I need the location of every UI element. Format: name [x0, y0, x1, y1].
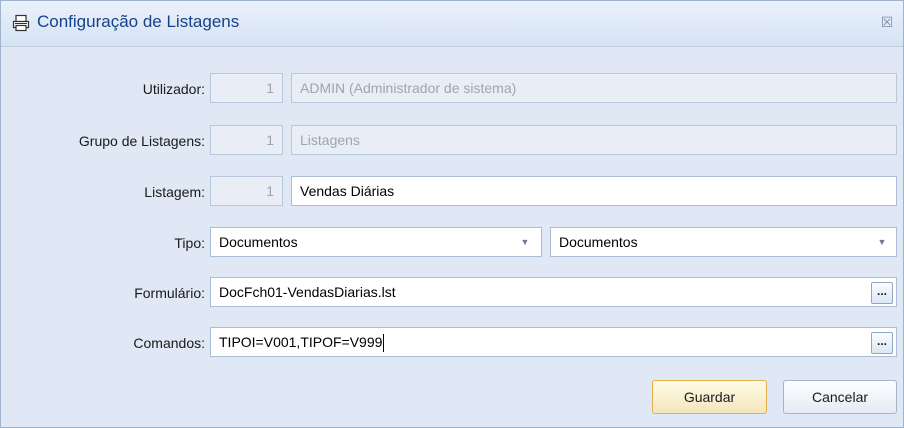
tipo-select-2[interactable]: Documentos ▼: [550, 227, 897, 257]
tipo-select-1[interactable]: Documentos ▼: [210, 227, 542, 257]
dialog-window: Configuração de Listagens ☒ Utilizador: …: [0, 0, 904, 428]
tipo-select-2-value: Documentos: [559, 234, 638, 250]
grupo-code-field[interactable]: 1: [210, 125, 283, 155]
utilizador-label: Utilizador:: [142, 81, 205, 97]
cancel-button[interactable]: Cancelar: [783, 380, 897, 414]
listagem-label: Listagem:: [144, 184, 205, 200]
formulario-value: DocFch01-VendasDiarias.lst: [219, 284, 396, 300]
formulario-field[interactable]: DocFch01-VendasDiarias.lst: [210, 277, 897, 307]
tipo-select-1-value: Documentos: [219, 234, 298, 250]
window-title: Configuração de Listagens: [37, 12, 240, 31]
text-cursor: [383, 334, 385, 353]
comandos-label: Comandos:: [133, 335, 205, 351]
comandos-browse-button[interactable]: ...: [871, 332, 893, 354]
chevron-down-icon[interactable]: ▼: [872, 228, 892, 256]
grupo-name-field[interactable]: Listagens: [291, 125, 897, 155]
chevron-down-icon[interactable]: ▼: [515, 228, 535, 256]
utilizador-name-field[interactable]: ADMIN (Administrador de sistema): [291, 73, 897, 103]
comandos-field[interactable]: TIPOI=V001,TIPOF=V999: [210, 327, 897, 357]
utilizador-code-field[interactable]: 1: [210, 73, 283, 103]
close-icon[interactable]: ☒: [877, 13, 897, 31]
save-button[interactable]: Guardar: [652, 380, 767, 414]
listagem-code-field[interactable]: 1: [210, 176, 283, 206]
formulario-browse-button[interactable]: ...: [871, 282, 893, 304]
formulario-label: Formulário:: [134, 285, 205, 301]
title-bar[interactable]: Configuração de Listagens ☒: [1, 1, 903, 47]
printer-icon: [12, 14, 30, 32]
grupo-label: Grupo de Listagens:: [78, 133, 205, 149]
listagem-name-field[interactable]: Vendas Diárias: [291, 176, 897, 206]
comandos-value: TIPOI=V001,TIPOF=V999: [219, 334, 383, 350]
tipo-label: Tipo:: [174, 235, 205, 251]
